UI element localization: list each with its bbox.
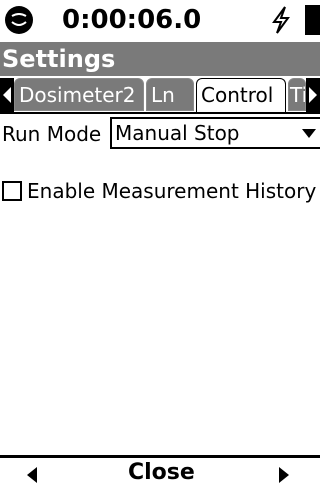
tab-divider xyxy=(0,112,320,114)
tab-control[interactable]: Control xyxy=(196,78,286,113)
elapsed-time: 0:00:06.0 xyxy=(62,5,202,35)
title-bar: Settings xyxy=(0,42,320,76)
smiley-logo-icon xyxy=(5,6,33,34)
dropdown-arrow-icon xyxy=(302,129,316,138)
power-bolt-icon xyxy=(272,6,290,34)
enable-history-label[interactable]: Enable Measurement History xyxy=(27,175,316,207)
status-bar: 0:00:06.0 xyxy=(0,0,320,40)
tab-strip: Dosimeter2 Ln Control Ti xyxy=(0,78,320,114)
page-title: Settings xyxy=(2,45,116,73)
arrow-left-icon[interactable] xyxy=(26,467,38,483)
tab-dosimeter2[interactable]: Dosimeter2 xyxy=(14,78,144,111)
run-mode-label: Run Mode xyxy=(2,122,102,146)
softkey-bar: Close xyxy=(0,455,320,489)
enable-history-checkbox[interactable] xyxy=(2,181,22,201)
tab-ti[interactable]: Ti xyxy=(288,78,306,111)
arrow-left-icon xyxy=(3,87,11,103)
tab-scroll-left-button[interactable] xyxy=(0,78,14,114)
tab-ln[interactable]: Ln xyxy=(146,78,194,111)
tab-scroll-right-button[interactable] xyxy=(306,78,320,114)
arrow-right-icon[interactable] xyxy=(278,467,290,483)
run-mode-value: Manual Stop xyxy=(115,121,240,145)
battery-icon xyxy=(305,5,320,35)
arrow-right-icon xyxy=(309,87,317,103)
run-mode-select[interactable]: Manual Stop xyxy=(110,117,320,149)
close-button[interactable]: Close xyxy=(128,458,195,489)
